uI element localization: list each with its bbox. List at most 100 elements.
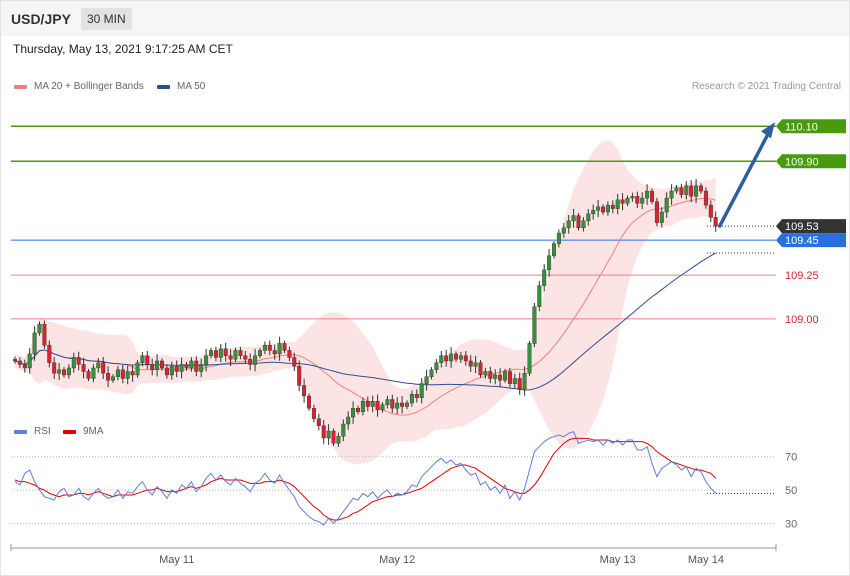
candle-body — [228, 355, 233, 360]
candle-body — [204, 355, 209, 365]
candle-body — [150, 364, 155, 370]
candle-body — [610, 204, 615, 209]
candle-body — [155, 360, 160, 370]
candle-body — [42, 323, 47, 346]
candle-body — [27, 353, 32, 369]
candle-body — [473, 362, 478, 367]
candle-body — [454, 353, 459, 360]
candle-body — [439, 355, 444, 363]
level-label-109.00: 109.00 — [785, 314, 819, 326]
candle-body — [12, 359, 17, 362]
candle-body — [277, 343, 282, 355]
candle-body — [400, 402, 405, 407]
candle-body — [336, 436, 341, 444]
candle-body — [86, 371, 91, 379]
level-label-text: 109.25 — [785, 270, 819, 282]
candle-body — [468, 360, 473, 367]
candle-body — [341, 423, 346, 437]
price-chart: 110.10 109.90 109.53 109.45 109.25 109.00 70 50… — [10, 119, 846, 566]
candle-body — [66, 367, 71, 376]
candle-body — [218, 348, 223, 358]
candle-body — [71, 357, 76, 369]
candle-body — [601, 206, 606, 213]
candle-body — [174, 366, 179, 372]
candle-body — [699, 185, 704, 192]
candle-body — [659, 211, 664, 223]
candle-body — [135, 362, 140, 376]
candle-body — [321, 425, 326, 439]
candle-body — [478, 362, 483, 376]
candle-body — [272, 350, 277, 355]
candle-body — [483, 371, 488, 376]
candle-body — [591, 210, 596, 215]
x-tick-label: May 13 — [600, 554, 636, 566]
level-label-text: 109.90 — [785, 156, 819, 168]
candle-body — [52, 362, 57, 374]
level-label-text: 109.53 — [785, 221, 819, 233]
candle-body — [517, 378, 522, 390]
candle-body — [458, 355, 463, 360]
candle-body — [47, 344, 52, 363]
candle-body — [262, 344, 267, 351]
candle-body — [669, 190, 674, 199]
candle-body — [32, 332, 37, 355]
candle-body — [164, 367, 169, 376]
bollinger-band — [15, 140, 716, 465]
candle-body — [194, 360, 199, 372]
candle-body — [282, 343, 287, 351]
candle-body — [130, 371, 135, 376]
candle-body — [76, 357, 81, 365]
candle-body — [581, 220, 586, 229]
candle-body — [547, 255, 552, 271]
candle-body — [125, 371, 130, 379]
candle-body — [527, 343, 532, 374]
candle-body — [419, 383, 424, 398]
candle-body — [571, 215, 576, 222]
candle-body — [37, 323, 42, 334]
rsi-tick-label: 70 — [785, 452, 797, 464]
candle-body — [635, 196, 640, 204]
candle-body — [101, 362, 106, 374]
level-label-text: 110.10 — [785, 121, 818, 133]
candle-body — [292, 357, 297, 367]
candle-body — [694, 185, 699, 197]
target-arrow-shaft — [717, 128, 772, 228]
level-label-109.90: 109.90 — [776, 154, 846, 169]
candle-body — [405, 402, 410, 407]
candle-body — [110, 376, 115, 381]
candle-body — [488, 371, 493, 379]
candle-body — [429, 369, 434, 377]
candle-body — [267, 344, 272, 351]
x-tick-label: May 12 — [379, 554, 415, 566]
candle-body — [365, 401, 370, 407]
candle-body — [302, 385, 307, 397]
rsi-tick-label: 50 — [785, 485, 797, 497]
candle-body — [713, 217, 718, 227]
candle-body — [81, 364, 86, 372]
level-label-text: 109.00 — [785, 314, 819, 326]
candle-body — [645, 190, 650, 199]
candle-body — [208, 350, 213, 356]
candle-body — [615, 199, 620, 209]
candle-body — [22, 364, 27, 369]
candle-body — [532, 306, 537, 344]
candle-body — [664, 197, 669, 213]
candle-body — [556, 232, 561, 244]
candle-body — [409, 394, 414, 404]
rsi-tick-label: 30 — [785, 518, 797, 530]
candle-body — [625, 197, 630, 204]
candle-body — [106, 373, 111, 381]
candle-body — [326, 430, 331, 439]
candle-body — [654, 201, 659, 223]
candle-body — [512, 378, 517, 384]
candle-body — [258, 350, 263, 356]
level-label-110.10: 110.10 — [776, 119, 846, 134]
candle-body — [184, 364, 189, 369]
candle-body — [552, 243, 557, 257]
candle-body — [17, 360, 22, 365]
candle-body — [96, 362, 101, 369]
candle-body — [253, 355, 258, 365]
candle-body — [375, 401, 380, 411]
candle-body — [537, 285, 542, 307]
candle-body — [311, 408, 316, 419]
